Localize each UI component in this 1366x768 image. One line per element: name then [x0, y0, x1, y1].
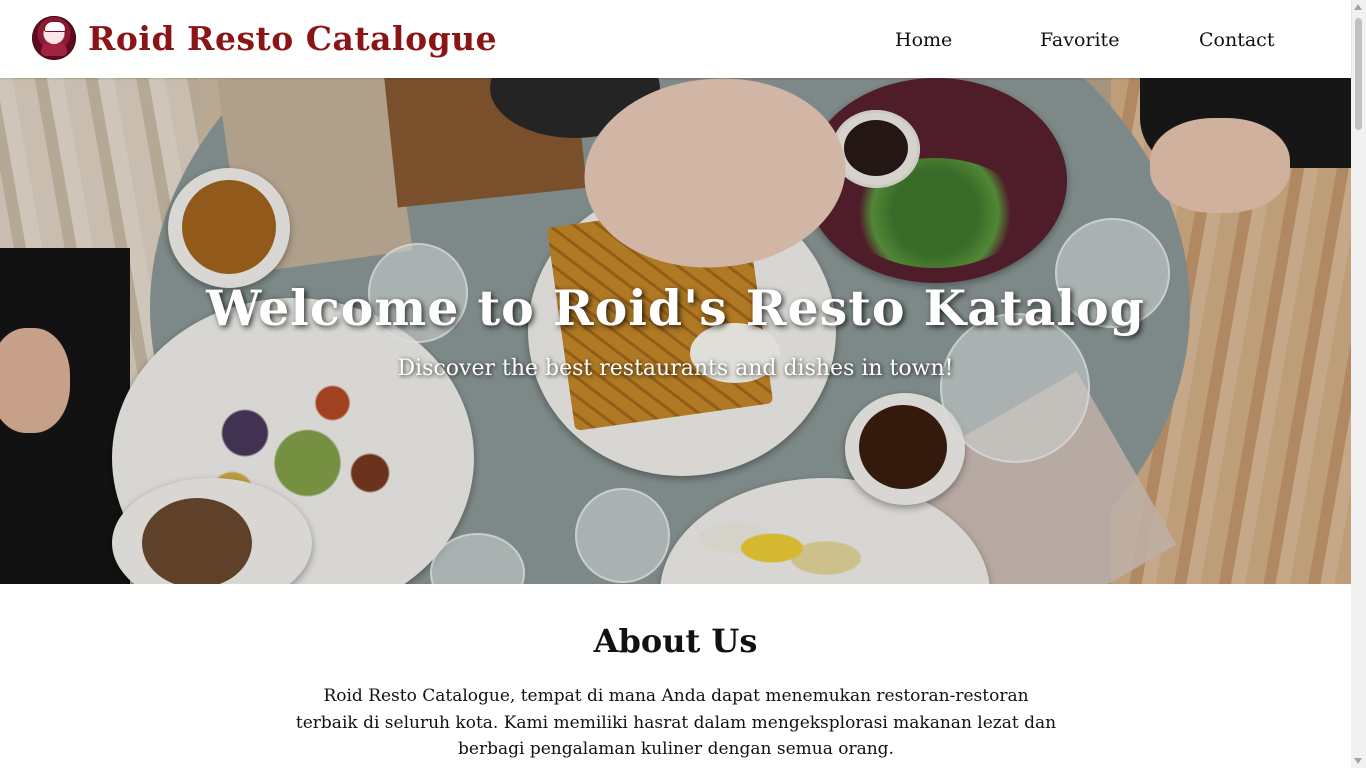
about-text: Roid Resto Catalogue, tempat di mana And… — [295, 686, 1057, 759]
nav-favorite-link[interactable]: Favorite — [1040, 29, 1119, 51]
page-scrollbar[interactable] — [1351, 0, 1366, 768]
nav-home-link[interactable]: Home — [895, 29, 952, 51]
chef-logo-icon[interactable] — [32, 16, 76, 60]
nav-contact-link[interactable]: Contact — [1199, 29, 1274, 51]
scroll-up-arrow-icon[interactable] — [1354, 4, 1362, 10]
scroll-thumb[interactable] — [1355, 18, 1362, 130]
hero-banner: Welcome to Roid's Resto Katalog Discover… — [0, 78, 1351, 584]
hero-subtitle: Discover the best restaurants and dishes… — [397, 356, 954, 381]
brand-title[interactable]: Roid Resto Catalogue — [88, 19, 497, 58]
site-header: Roid Resto Catalogue Home Favorite Conta… — [0, 0, 1351, 78]
hero-title: Welcome to Roid's Resto Katalog — [206, 279, 1145, 337]
about-title: About Us — [593, 622, 758, 660]
scroll-down-arrow-icon[interactable] — [1354, 758, 1362, 764]
